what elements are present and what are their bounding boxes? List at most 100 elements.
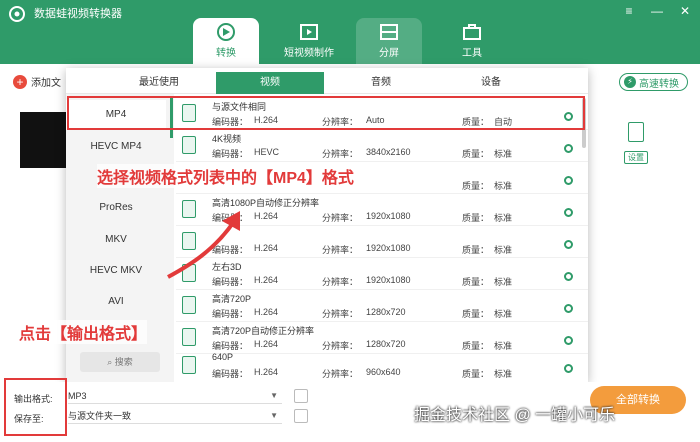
category-tabs: 最近使用 视频 音频 设备	[66, 68, 588, 94]
preset-quality: 标准	[494, 245, 513, 255]
format-item-prores[interactable]: ProRes	[66, 193, 166, 223]
preset-row[interactable]: 640P 编码器： H.264 分辨率： 960x640 质量： 标准	[176, 350, 588, 382]
preset-name: 640P	[212, 352, 234, 362]
gear-icon[interactable]	[564, 208, 573, 217]
high-speed-label: 高速转换	[639, 78, 679, 90]
preset-codec: H.264	[254, 115, 279, 125]
gear-icon[interactable]	[564, 144, 573, 153]
preset-row[interactable]: 高清720P 编码器： H.264 分辨率： 1280x720 质量： 标准	[176, 290, 588, 322]
preset-codec-label: 编码器：	[212, 149, 249, 159]
preset-resolution-label: 分辨率：	[322, 149, 359, 159]
output-format-label: 输出格式:	[14, 394, 53, 404]
app-logo-icon	[9, 6, 25, 22]
format-file-icon[interactable]	[628, 122, 644, 142]
preset-row[interactable]: 与源文件相同 编码器： H.264 分辨率： Auto 质量： 自动	[176, 98, 588, 130]
format-list-scrollbar[interactable]	[170, 98, 173, 138]
video-file-icon	[182, 136, 196, 154]
preset-quality-label: 质量：	[462, 369, 490, 379]
gear-icon[interactable]	[564, 272, 573, 281]
preset-resolution: 1920x1080	[366, 243, 411, 253]
preset-quality-label: 质量：	[462, 149, 490, 159]
preset-quality: 标准	[494, 181, 513, 191]
preset-quality-label: 质量：	[462, 181, 490, 191]
gear-icon[interactable]	[564, 304, 573, 313]
tab-audio[interactable]: 音频	[356, 72, 406, 94]
gear-icon[interactable]	[564, 112, 573, 121]
preset-quality-label: 质量：	[462, 213, 490, 223]
tab-short-video-label: 短视频制作	[284, 48, 334, 59]
preset-codec-label: 编码器：	[212, 369, 249, 379]
tab-device[interactable]: 设备	[466, 72, 516, 94]
window-controls: ≡ — ✕	[622, 4, 692, 18]
preset-resolution-label: 分辨率：	[322, 117, 359, 127]
tab-convert[interactable]: 转换	[193, 18, 259, 64]
preset-quality: 标准	[494, 309, 513, 319]
format-item-avi[interactable]: AVI	[66, 287, 166, 317]
video-thumbnail[interactable]	[20, 112, 68, 168]
lightning-icon: ⚡	[624, 76, 636, 88]
preset-resolution: 960x640	[366, 367, 401, 377]
save-to-label: 保存至:	[14, 414, 44, 424]
output-format-select[interactable]: MP3 ▼	[68, 388, 282, 404]
gear-icon[interactable]	[564, 364, 573, 373]
short-video-icon	[300, 24, 318, 40]
tab-split-screen[interactable]: 分屏	[356, 18, 422, 64]
format-item-hevc-mkv[interactable]: HEVC MKV	[66, 256, 166, 286]
preset-codec: H.264	[254, 243, 279, 253]
gear-icon[interactable]	[564, 240, 573, 249]
close-icon[interactable]: ✕	[678, 4, 692, 18]
output-settings-icon[interactable]	[294, 389, 308, 403]
preset-quality-label: 质量：	[462, 277, 490, 287]
chevron-down-icon: ▼	[270, 411, 278, 420]
preset-resolution-label: 分辨率：	[322, 277, 359, 287]
preset-resolution-label: 分辨率：	[322, 213, 359, 223]
preset-codec: H.264	[254, 307, 279, 317]
tab-recent[interactable]: 最近使用	[124, 72, 194, 94]
preset-name: 高清720P自动修正分辨率	[212, 326, 315, 336]
preset-list-scrollbar[interactable]	[582, 98, 586, 148]
plus-icon: +	[13, 74, 27, 89]
add-file-label: 添加文	[31, 78, 61, 89]
menu-icon[interactable]: ≡	[622, 4, 636, 18]
tab-toolbox-label: 工具	[462, 48, 482, 59]
minimize-icon[interactable]: —	[650, 4, 664, 18]
save-to-value: 与源文件夹一致	[68, 411, 132, 421]
tab-video[interactable]: 视频	[216, 72, 324, 94]
chevron-down-icon: ▼	[270, 391, 278, 400]
app-header: 数据蛙视频转换器 ≡ — ✕ 转换 短视频制作 分屏 工具	[0, 0, 700, 64]
preset-quality: 自动	[494, 117, 513, 127]
gear-icon[interactable]	[564, 336, 573, 345]
output-format-value: MP3	[68, 391, 87, 401]
preset-codec: H.264	[254, 275, 279, 285]
preset-quality-label: 质量：	[462, 245, 490, 255]
preset-quality: 标准	[494, 277, 513, 287]
preset-resolution: 1280x720	[366, 307, 406, 317]
preset-resolution: 1280x720	[366, 339, 406, 349]
video-file-icon	[182, 356, 196, 374]
format-item-hevc-mp4[interactable]: HEVC MP4	[66, 132, 166, 162]
preset-name: 高清720P	[212, 294, 252, 304]
convert-icon	[217, 23, 235, 41]
preset-codec: H.264	[254, 339, 279, 349]
folder-icon[interactable]	[294, 409, 308, 423]
preset-resolution-label: 分辨率：	[322, 369, 359, 379]
preset-quality-label: 质量：	[462, 309, 490, 319]
format-search-input[interactable]: ⌕ 搜索	[80, 352, 160, 372]
gear-icon[interactable]	[564, 176, 573, 185]
save-to-select[interactable]: 与源文件夹一致 ▼	[68, 408, 282, 424]
tab-toolbox[interactable]: 工具	[439, 18, 505, 64]
format-item-mp4[interactable]: MP4	[66, 100, 166, 130]
format-item-mkv[interactable]: MKV	[66, 225, 166, 255]
preset-codec-label: 编码器：	[212, 117, 249, 127]
tab-short-video[interactable]: 短视频制作	[276, 18, 342, 64]
preset-row[interactable]: 4K视频 编码器： HEVC 分辨率： 3840x2160 质量： 标准	[176, 130, 588, 162]
preset-resolution: 3840x2160	[366, 147, 411, 157]
add-file-button[interactable]: + 添加文	[13, 74, 61, 89]
preset-quality: 标准	[494, 369, 513, 379]
settings-label[interactable]: 设置	[624, 151, 648, 164]
preset-name: 与源文件相同	[212, 102, 267, 112]
high-speed-toggle[interactable]: ⚡ 高速转换	[619, 73, 688, 91]
preset-codec: H.264	[254, 367, 279, 377]
click-output-annotation: 点击【输出格式】	[19, 320, 148, 344]
preset-quality: 标准	[494, 149, 513, 159]
